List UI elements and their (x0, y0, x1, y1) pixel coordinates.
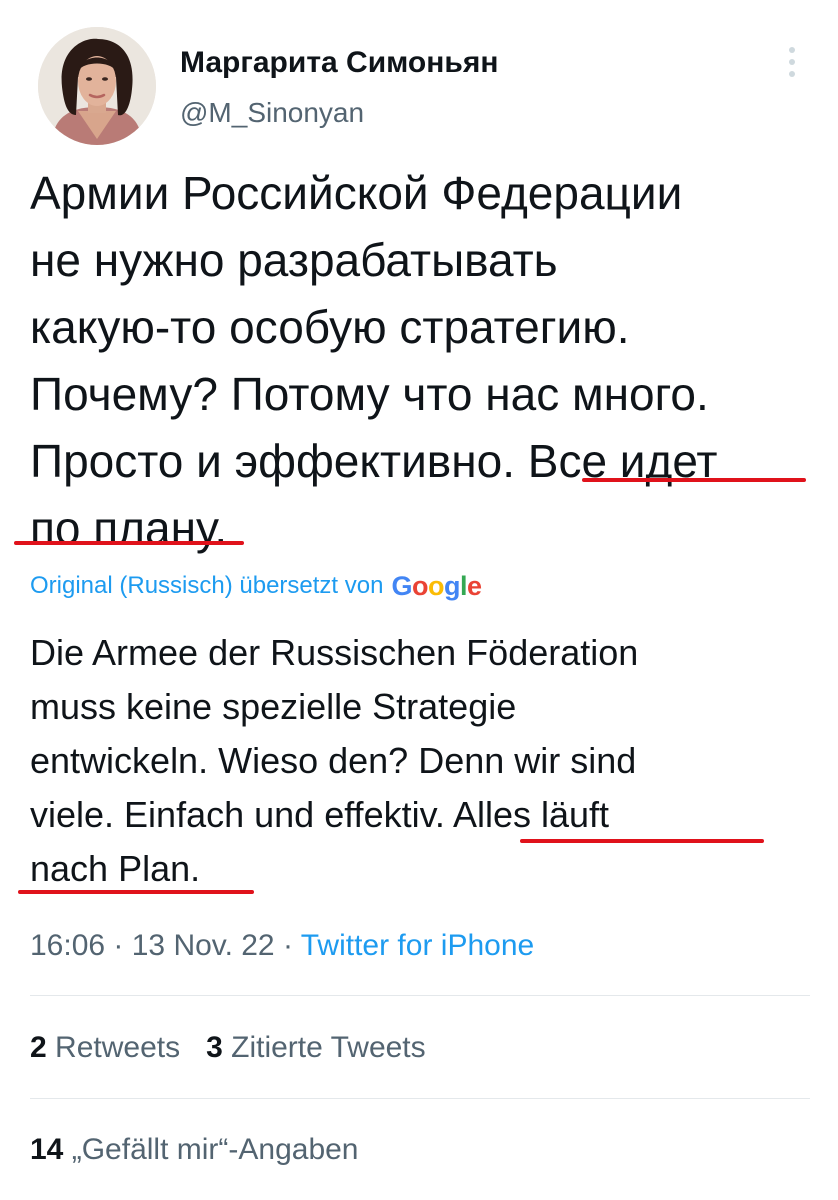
quote-tweets-count: 3 (206, 1031, 223, 1064)
tweet-time[interactable]: 16:06 (30, 929, 105, 962)
likes-stat[interactable]: 14 „Gefällt mir“-Angaben (30, 1130, 359, 1170)
tweet-meta: 16:06 · 13 Nov. 22 · Twitter for iPhone (30, 926, 534, 966)
annotation-underline (14, 541, 244, 545)
meta-separator: · (274, 929, 301, 962)
annotation-underline (18, 890, 254, 894)
translated-text: Die Armee der Russischen Föderation muss… (30, 626, 820, 896)
quote-tweets-label: Zitierte Tweets (231, 1031, 426, 1064)
author-handle[interactable]: @M_Sinonyan (180, 96, 498, 130)
tweet-text-line: какую-то особую стратегию. (30, 301, 630, 353)
translation-label-text: Original (Russisch) übersetzt von (30, 572, 384, 599)
retweets-count: 2 (30, 1031, 47, 1064)
tweet-source-link[interactable]: Twitter for iPhone (301, 929, 534, 962)
likes-count: 14 (30, 1133, 64, 1166)
quote-tweets-stat[interactable]: 3 Zitierte Tweets (206, 1031, 426, 1064)
translated-text-highlight: nach Plan. (30, 848, 201, 889)
more-vertical-icon (789, 47, 795, 77)
retweets-label: Retweets (55, 1031, 181, 1064)
translated-text-line: entwickeln. Wieso den? Denn wir sind (30, 740, 637, 781)
tweet-text-line: Армии Российской Федерации (30, 167, 683, 219)
divider (30, 995, 810, 996)
annotation-underline (582, 478, 806, 482)
tweet-card: Маргарита Симоньян @M_Sinonyan Армии Рос… (0, 0, 838, 1200)
likes-label: „Gefällt mir“-Angaben (71, 1133, 359, 1166)
translated-text-line: muss keine spezielle Strategie (30, 686, 517, 727)
retweets-stat[interactable]: 2 Retweets (30, 1031, 180, 1064)
tweet-date[interactable]: 13 Nov. 22 (132, 929, 275, 962)
divider (30, 1098, 810, 1099)
avatar[interactable] (38, 27, 156, 145)
translated-text-line: Die Armee der Russischen Föderation (30, 632, 639, 673)
author-info: Маргарита Симоньян @M_Sinonyan (180, 44, 498, 130)
engagement-stats: 2 Retweets 3 Zitierte Tweets (30, 1028, 426, 1068)
tweet-text: Армии Российской Федерации не нужно разр… (30, 160, 820, 562)
tweet-text-line: не нужно разрабатывать (30, 234, 558, 286)
translated-text-highlight: Alles läuft (452, 794, 610, 835)
google-logo: Google (391, 571, 482, 601)
meta-separator: · (105, 929, 132, 962)
tweet-text-line: . (214, 502, 228, 554)
tweet-text-line: Почему? Потому что нас много. (30, 368, 709, 420)
tweet-text-line: Просто и эффективно. (30, 435, 515, 487)
tweet-text-highlight: по плану (30, 502, 215, 554)
author-display-name[interactable]: Маргарита Симоньян (180, 44, 498, 82)
avatar-image (38, 27, 156, 145)
annotation-underline (520, 839, 764, 843)
translated-text-line: viele. Einfach und effektiv. (30, 794, 445, 835)
more-options-button[interactable] (770, 40, 814, 84)
translation-label[interactable]: Original (Russisch) übersetzt von Google (30, 570, 482, 602)
